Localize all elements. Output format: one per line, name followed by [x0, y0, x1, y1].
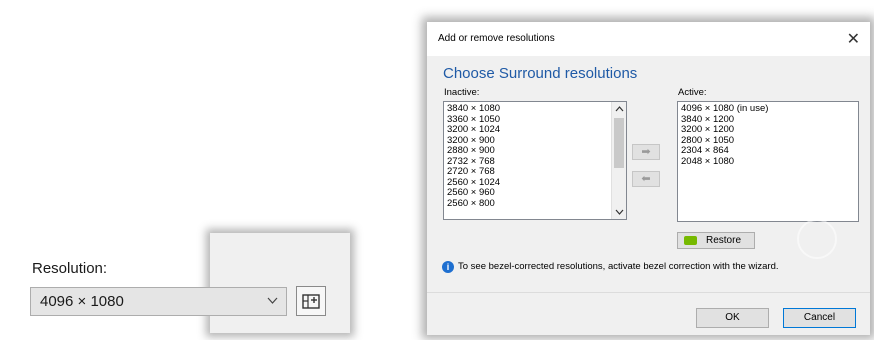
close-icon[interactable]: ✕: [847, 29, 860, 49]
dialog-footer: OK Cancel: [427, 292, 870, 335]
watermark-icon: [797, 219, 837, 259]
list-item[interactable]: 4096 × 1080 (in use): [678, 103, 858, 115]
cancel-button[interactable]: Cancel: [783, 308, 856, 328]
scroll-up-icon[interactable]: [612, 102, 626, 116]
scroll-down-icon[interactable]: [612, 205, 626, 219]
resolution-dropdown[interactable]: 4096 × 1080: [30, 287, 287, 316]
dialog-heading: Choose Surround resolutions: [443, 65, 638, 82]
list-item[interactable]: 3840 × 1080: [444, 103, 626, 115]
restore-label: Restore: [706, 235, 742, 246]
dialog-title: Add or remove resolutions: [438, 33, 555, 44]
restore-button[interactable]: Restore: [677, 232, 755, 249]
list-item[interactable]: 3200 × 1024: [444, 124, 626, 136]
list-item[interactable]: 2304 × 864: [678, 145, 858, 157]
ok-button[interactable]: OK: [696, 308, 769, 328]
custom-resolution-button[interactable]: [296, 286, 326, 316]
scrollbar-thumb[interactable]: [614, 118, 624, 168]
active-label: Active:: [678, 87, 707, 98]
inactive-label: Inactive:: [444, 87, 480, 98]
list-item[interactable]: 2880 × 900: [444, 145, 626, 157]
dialog-titlebar: Add or remove resolutions ✕: [427, 22, 870, 56]
info-icon: i: [442, 261, 454, 273]
info-text: To see bezel-corrected resolutions, acti…: [458, 261, 779, 272]
active-listbox[interactable]: 4096 × 1080 (in use) 3840 × 1200 3200 × 12…: [677, 101, 859, 222]
list-item[interactable]: 2720 × 768: [444, 166, 626, 178]
add-resolution-button[interactable]: ➡: [632, 144, 660, 160]
list-item[interactable]: 2560 × 800: [444, 198, 626, 210]
resolution-label: Resolution:: [32, 260, 108, 277]
list-item[interactable]: 3200 × 1200: [678, 124, 858, 136]
add-remove-resolutions-dialog: Add or remove resolutions ✕ Choose Surro…: [427, 22, 870, 335]
list-item[interactable]: 2560 × 960: [444, 187, 626, 199]
resolution-value: 4096 × 1080: [40, 293, 124, 310]
chevron-down-icon: [267, 293, 278, 308]
remove-resolution-button[interactable]: ⬅: [632, 171, 660, 187]
inactive-scrollbar[interactable]: [611, 102, 626, 219]
nvidia-icon: [684, 236, 697, 245]
inactive-list: 3840 × 1080 3360 × 1050 3200 × 1024 3200 × …: [444, 102, 626, 209]
resolution-panel-body: Resolution: 4096 × 1080: [0, 233, 350, 333]
list-item[interactable]: 2048 × 1080: [678, 156, 858, 168]
custom-resolution-icon: [302, 294, 320, 309]
inactive-listbox[interactable]: 3840 × 1080 3360 × 1050 3200 × 1024 3200 × …: [443, 101, 627, 220]
active-list: 4096 × 1080 (in use) 3840 × 1200 3200 × 12…: [678, 102, 858, 167]
